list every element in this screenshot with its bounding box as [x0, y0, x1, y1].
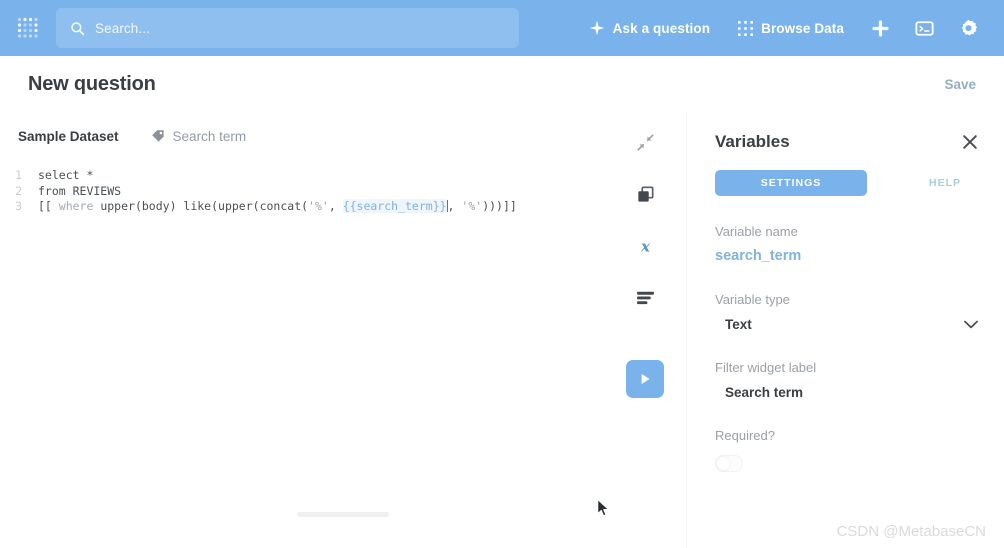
editor-action-rail: x — [620, 112, 670, 548]
required-toggle[interactable] — [715, 455, 743, 472]
ask-a-question-button[interactable]: Ask a question — [575, 0, 724, 56]
data-source-bar: Sample Dataset Search term — [0, 112, 686, 160]
sidebar-title: Variables — [715, 132, 790, 151]
code-line: 2 from REVIEWS — [0, 184, 686, 200]
toggle-editor-size-button[interactable] — [629, 126, 661, 158]
tab-help[interactable]: HELP — [929, 177, 961, 189]
terminal-icon — [914, 19, 934, 38]
new-button[interactable] — [858, 0, 902, 56]
filter-widget-label-input[interactable]: Search term — [725, 385, 978, 400]
field-filter-widget-label: Filter widget label Search term — [715, 360, 978, 400]
metabase-logo[interactable] — [0, 17, 56, 39]
variable-type-value: Text — [725, 317, 752, 332]
field-label: Variable name — [715, 224, 798, 239]
code-token-keyword: where — [58, 199, 94, 213]
variable-tag-label: Search term — [172, 128, 247, 144]
grid-icon — [738, 20, 754, 36]
variables-sidebar: Variables SETTINGS HELP Variable name se… — [686, 112, 1004, 548]
data-reference-button[interactable] — [629, 178, 661, 210]
navbar-actions: Ask a question Browse Data — [575, 0, 1004, 56]
line-number: 1 — [15, 168, 22, 182]
watermark: CSDN @MetabaseCN — [836, 523, 986, 540]
code-token-variable: {{search_term}} — [342, 199, 447, 213]
settings-button[interactable] — [946, 0, 990, 56]
sparkle-icon — [589, 20, 605, 36]
close-icon — [962, 134, 978, 150]
line-number: 2 — [15, 183, 22, 198]
top-navbar: Search... Ask a question Browse Data — [0, 0, 1004, 56]
variable-type-select[interactable]: Text — [725, 317, 978, 332]
code-text: [[ where upper(body) like(upper(concat('… — [38, 199, 517, 215]
chevron-down-icon — [964, 320, 978, 329]
tag-icon — [151, 129, 165, 143]
search-input[interactable]: Search... — [56, 8, 519, 48]
gear-icon — [959, 19, 978, 38]
variables-button[interactable]: x — [629, 230, 661, 262]
code-text: select * — [38, 168, 94, 182]
field-label: Filter widget label — [715, 360, 817, 375]
field-label: Variable type — [715, 292, 790, 307]
variable-x-icon: x — [636, 237, 655, 256]
variable-tag-chip[interactable]: Search term — [151, 128, 247, 144]
metabase-app: Search... Ask a question Browse Data New… — [0, 0, 1004, 548]
mouse-cursor — [597, 499, 610, 523]
close-sidebar-button[interactable] — [962, 134, 978, 150]
code-line: 1 select * — [0, 168, 686, 184]
save-button[interactable]: Save — [944, 77, 976, 92]
field-required: Required? — [715, 428, 978, 472]
code-token: , — [328, 199, 343, 213]
editor-resize-handle[interactable] — [297, 512, 389, 517]
book-icon — [637, 185, 654, 203]
format-lines-icon — [636, 291, 654, 305]
field-variable-name: Variable name search_term — [715, 224, 978, 264]
search-icon — [70, 21, 85, 36]
code-token: )))]] — [482, 199, 517, 213]
ask-a-question-label: Ask a question — [612, 20, 711, 36]
code-token: upper(body) like(upper(concat( — [93, 199, 309, 213]
sidebar-tabs: SETTINGS HELP — [715, 170, 978, 196]
code-token: , — [447, 199, 462, 213]
browse-data-label: Browse Data — [761, 20, 844, 36]
format-query-button[interactable] — [629, 282, 661, 314]
search-placeholder: Search... — [95, 20, 150, 36]
field-variable-type: Variable type Text — [715, 292, 978, 332]
contract-arrows-icon — [637, 134, 654, 151]
browse-data-button[interactable]: Browse Data — [724, 0, 858, 56]
run-query-button[interactable] — [626, 360, 664, 398]
code-text: from REVIEWS — [38, 183, 122, 198]
question-titlebar: New question Save — [0, 56, 1004, 112]
toggle-knob — [717, 457, 730, 470]
tab-settings[interactable]: SETTINGS — [715, 170, 867, 196]
play-icon — [637, 371, 653, 387]
sidebar-header: Variables — [715, 132, 978, 152]
database-selector[interactable]: Sample Dataset — [18, 129, 119, 144]
results-area: Here's where your results will appear — [0, 392, 686, 548]
line-number: 3 — [15, 199, 22, 213]
page-title[interactable]: New question — [28, 73, 156, 96]
svg-text:x: x — [639, 237, 650, 255]
variable-name-value: search_term — [715, 248, 802, 264]
field-label: Required? — [715, 428, 775, 443]
plus-icon — [871, 19, 890, 38]
native-query-editor: Sample Dataset Search term 1 select * 2 … — [0, 112, 686, 548]
code-token: [[ — [38, 199, 59, 213]
code-line: 3 [[ where upper(body) like(upper(concat… — [0, 199, 686, 215]
sql-code-area[interactable]: 1 select * 2 from REVIEWS 3 [[ where upp… — [0, 160, 686, 215]
code-token-string: '%' — [461, 199, 483, 213]
code-token-string: '%' — [308, 199, 329, 213]
native-query-button[interactable] — [902, 0, 946, 56]
